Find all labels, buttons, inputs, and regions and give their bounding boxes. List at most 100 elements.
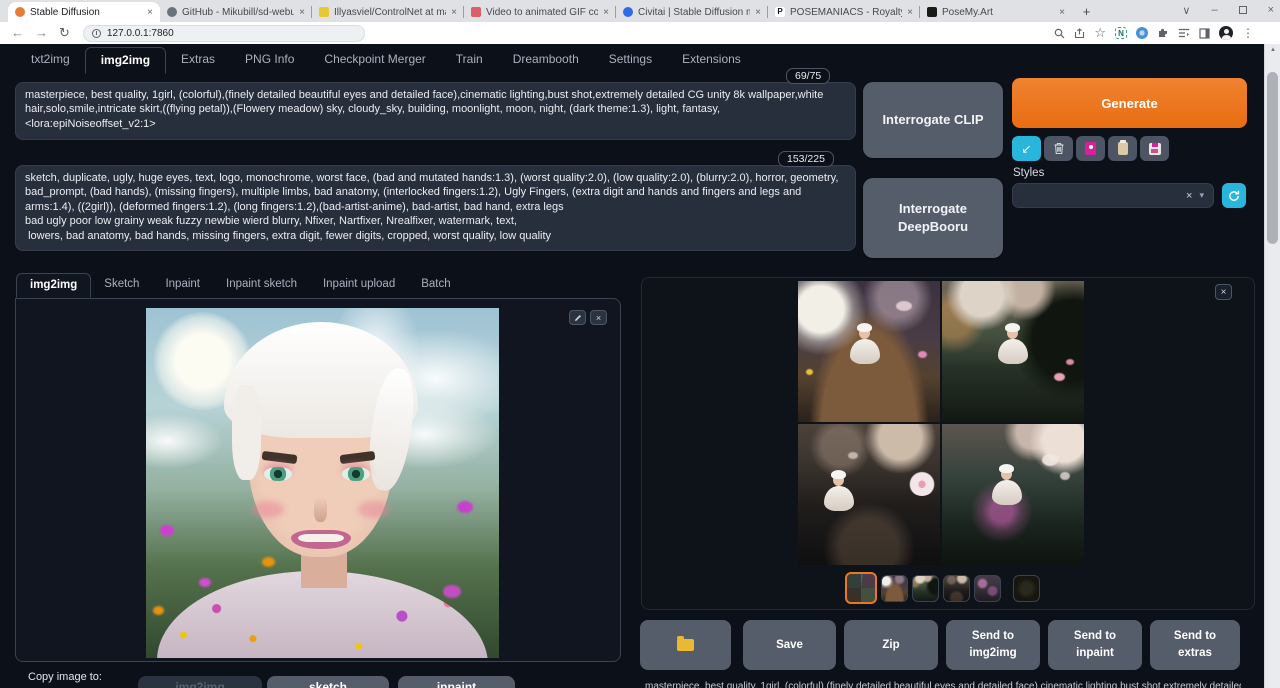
tab-search-icon[interactable]: ∨	[1182, 4, 1190, 17]
apply-style-button[interactable]	[1108, 136, 1137, 161]
tab-checkpoint-merger[interactable]: Checkpoint Merger	[309, 47, 440, 74]
url-text: 127.0.0.1:7860	[107, 28, 174, 39]
thumbnail-3[interactable]	[912, 575, 939, 602]
extensions-puzzle-icon[interactable]	[1157, 27, 1169, 39]
gallery-image-2[interactable]	[942, 281, 1084, 422]
styles-caret-icon[interactable]: ▾	[1199, 190, 1204, 201]
remove-image-button[interactable]: ×	[590, 310, 607, 325]
browser-tab-github[interactable]: GitHub - Mikubill/sd-webui-co ×	[160, 2, 312, 22]
window-close-button[interactable]: ×	[1268, 4, 1274, 16]
tab-extensions[interactable]: Extensions	[667, 47, 756, 74]
tab-title: Illyasviel/ControlNet at main	[334, 7, 446, 18]
refresh-icon	[1228, 190, 1240, 202]
tab-close-icon[interactable]: ×	[755, 7, 761, 18]
new-tab-button[interactable]: +	[1078, 4, 1095, 21]
tab-train[interactable]: Train	[441, 47, 498, 74]
tab-list-icon[interactable]	[1178, 28, 1190, 38]
scrollbar-up-icon[interactable]: ▲	[1265, 44, 1280, 57]
extra-networks-button[interactable]	[1076, 136, 1105, 161]
bookmark-star-icon[interactable]: ☆	[1094, 25, 1106, 41]
subtab-sketch[interactable]: Sketch	[91, 273, 152, 298]
copy-image-to-label: Copy image to:	[28, 671, 102, 683]
window-minimize-button[interactable]: –	[1211, 4, 1217, 16]
save-style-button[interactable]	[1140, 136, 1169, 161]
subtab-batch[interactable]: Batch	[408, 273, 463, 298]
paste-arrow-icon: ↙	[1021, 142, 1031, 156]
window-maximize-button[interactable]	[1239, 6, 1247, 14]
extension-n-icon[interactable]: N	[1115, 27, 1127, 39]
browser-window: Stable Diffusion × GitHub - Mikubill/sd-…	[0, 0, 1280, 688]
tab-extras[interactable]: Extras	[166, 47, 230, 74]
tab-close-icon[interactable]: ×	[1059, 7, 1065, 18]
browser-tab-civitai[interactable]: Civitai | Stable Diffusion model ×	[616, 2, 768, 22]
copy-to-inpaint-button[interactable]: inpaint	[398, 676, 515, 688]
interrogate-deepbooru-button[interactable]: Interrogate DeepBooru	[863, 178, 1003, 258]
back-icon[interactable]: ←	[11, 23, 24, 43]
browser-tab-gif-converter[interactable]: Video to animated GIF converter ×	[464, 2, 616, 22]
tab-dreambooth[interactable]: Dreambooth	[498, 47, 594, 74]
subtab-inpaint-sketch[interactable]: Inpaint sketch	[213, 273, 310, 298]
send-to-inpaint-button[interactable]: Send to inpaint	[1048, 620, 1142, 670]
thumbnail-1-selected[interactable]	[845, 572, 877, 604]
subtab-img2img[interactable]: img2img	[16, 273, 91, 298]
subtab-inpaint[interactable]: Inpaint	[152, 273, 213, 298]
styles-refresh-button[interactable]	[1222, 183, 1246, 208]
tab-close-icon[interactable]: ×	[907, 7, 913, 18]
paste-generation-params-button[interactable]: ↙	[1012, 136, 1041, 161]
gallery-image-4[interactable]	[942, 424, 1084, 565]
edit-image-button[interactable]	[569, 310, 586, 325]
tab-close-icon[interactable]: ×	[147, 7, 153, 18]
address-bar[interactable]: 127.0.0.1:7860	[83, 25, 365, 42]
zoom-icon[interactable]	[1054, 28, 1065, 39]
gallery-grid-image[interactable]	[798, 281, 1084, 565]
copy-to-sketch-button[interactable]: sketch	[267, 676, 389, 688]
negative-prompt-input[interactable]: sketch, duplicate, ugly, huge eyes, text…	[15, 165, 856, 251]
tab-close-icon[interactable]: ×	[299, 7, 305, 18]
styles-dropdown[interactable]: × ▾	[1012, 183, 1214, 208]
posemaniacs-favicon: P	[775, 7, 785, 17]
thumbnail-2[interactable]	[881, 575, 908, 602]
gallery-close-button[interactable]: ×	[1215, 284, 1232, 300]
thumbnail-4[interactable]	[943, 575, 970, 602]
open-folder-button[interactable]	[640, 620, 731, 670]
gallery-image-3[interactable]	[798, 424, 940, 565]
thumbnail-5[interactable]	[974, 575, 1001, 602]
tab-txt2img[interactable]: txt2img	[16, 47, 85, 74]
site-info-icon[interactable]	[92, 29, 101, 38]
subtab-inpaint-upload[interactable]: Inpaint upload	[310, 273, 408, 298]
browser-tab-posemaniacs[interactable]: P POSEMANIACS - Royalty free 3 ×	[768, 2, 920, 22]
tab-png-info[interactable]: PNG Info	[230, 47, 309, 74]
toolbar-icons: ☆ N ⋮	[1054, 22, 1254, 44]
gallery-image-1[interactable]	[798, 281, 940, 422]
img2img-source-image[interactable]	[146, 308, 499, 658]
browser-tab-posemyart[interactable]: PoseMy.Art ×	[920, 2, 1072, 22]
browser-menu-icon[interactable]: ⋮	[1242, 26, 1254, 40]
share-icon[interactable]	[1074, 28, 1085, 39]
save-button[interactable]: Save	[743, 620, 836, 670]
folder-icon	[677, 639, 694, 651]
send-to-extras-button[interactable]: Send to extras	[1150, 620, 1240, 670]
tab-close-icon[interactable]: ×	[451, 7, 457, 18]
tab-close-icon[interactable]: ×	[603, 7, 609, 18]
page-scrollbar[interactable]: ▲	[1264, 44, 1280, 688]
interrogate-clip-button[interactable]: Interrogate CLIP	[863, 82, 1003, 158]
prompt-input[interactable]: masterpiece, best quality, 1girl, (color…	[15, 82, 856, 140]
forward-icon[interactable]: →	[35, 23, 48, 43]
clear-prompt-button[interactable]	[1044, 136, 1073, 161]
thumbnail-6[interactable]	[1013, 575, 1040, 602]
controlnet-favicon	[319, 7, 329, 17]
browser-tab-controlnet[interactable]: Illyasviel/ControlNet at main ×	[312, 2, 464, 22]
zip-button[interactable]: Zip	[844, 620, 938, 670]
send-to-img2img-button[interactable]: Send to img2img	[946, 620, 1040, 670]
tab-img2img[interactable]: img2img	[85, 47, 166, 74]
scrollbar-thumb[interactable]	[1267, 72, 1278, 244]
tab-settings[interactable]: Settings	[594, 47, 667, 74]
styles-clear-icon[interactable]: ×	[1186, 190, 1192, 202]
browser-tab-stable-diffusion[interactable]: Stable Diffusion ×	[8, 2, 160, 22]
extension-blue-icon[interactable]	[1136, 27, 1148, 39]
main-nav-tabs: txt2img img2img Extras PNG Info Checkpoi…	[16, 47, 756, 74]
profile-avatar[interactable]	[1219, 26, 1233, 40]
side-panel-icon[interactable]	[1199, 28, 1210, 39]
generate-button[interactable]: Generate	[1012, 78, 1247, 128]
reload-icon[interactable]: ↻	[59, 23, 70, 43]
